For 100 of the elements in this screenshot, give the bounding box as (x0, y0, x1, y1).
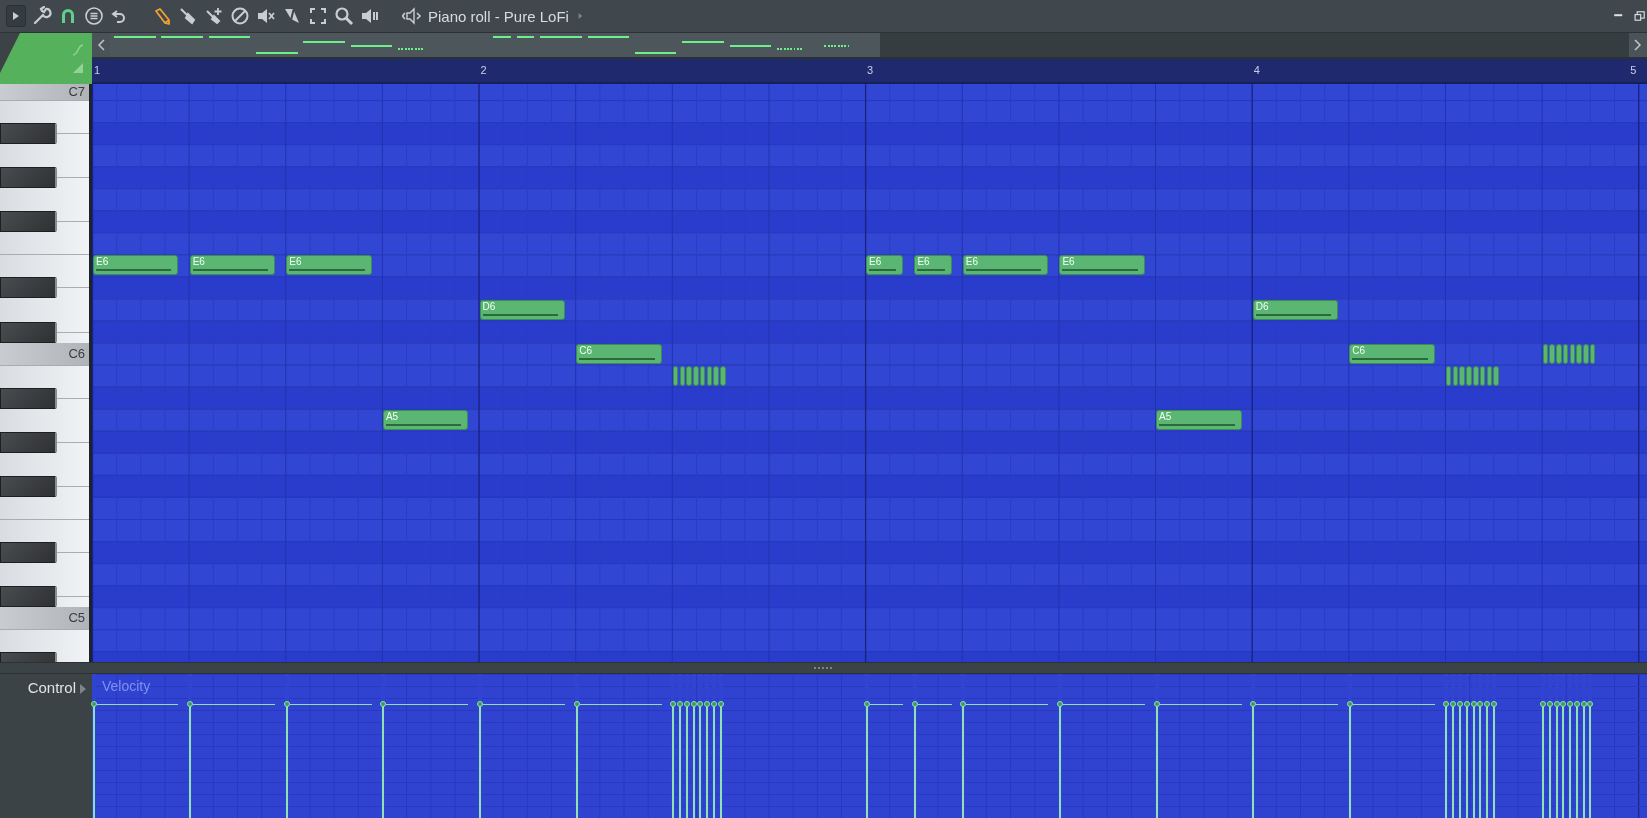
sharp-key[interactable] (0, 475, 57, 497)
note-block[interactable] (693, 365, 699, 386)
velocity-stem[interactable] (672, 704, 675, 818)
speaker-arrows-icon[interactable] (402, 6, 422, 26)
note-block[interactable] (1542, 343, 1549, 364)
note-block[interactable]: E6 (189, 255, 276, 276)
velocity-stem[interactable] (1486, 704, 1489, 818)
velocity-stem[interactable] (1472, 704, 1475, 818)
velocity-stem[interactable] (1575, 704, 1578, 818)
velocity-handle[interactable] (1346, 701, 1353, 708)
velocity-stem[interactable] (189, 704, 192, 818)
velocity-stem[interactable] (1582, 704, 1585, 818)
velocity-handle[interactable] (911, 701, 918, 708)
velocity-stem[interactable] (1452, 704, 1455, 818)
note-block[interactable]: E6 (1059, 255, 1145, 276)
velocity-stem[interactable] (865, 704, 868, 818)
zoom-icon[interactable] (334, 6, 354, 26)
velocity-stem[interactable] (679, 704, 682, 818)
velocity-handle[interactable] (573, 701, 580, 708)
chevron-left-icon[interactable] (97, 39, 105, 51)
velocity-stem[interactable] (1548, 704, 1551, 818)
velocity-handle[interactable] (960, 701, 967, 708)
velocity-handle[interactable] (1056, 701, 1063, 708)
note-block[interactable] (1583, 343, 1589, 364)
overview-strip[interactable] (110, 33, 880, 57)
note-block[interactable] (672, 365, 679, 386)
note-block[interactable]: C6 (1349, 343, 1435, 364)
velocity-stem[interactable] (1542, 704, 1545, 818)
velocity-stem[interactable] (382, 704, 385, 818)
velocity-stem[interactable] (1445, 704, 1448, 818)
velocity-handle[interactable] (863, 701, 870, 708)
velocity-handle[interactable] (90, 701, 97, 708)
note-block[interactable]: E6 (93, 255, 179, 276)
velocity-stem[interactable] (479, 704, 482, 818)
note-block[interactable] (1486, 365, 1493, 386)
velocity-stem[interactable] (1555, 704, 1558, 818)
sharp-key[interactable] (0, 431, 57, 453)
velocity-stem[interactable] (1155, 704, 1158, 818)
velocity-stem[interactable] (1479, 704, 1482, 818)
velocity-stem[interactable] (719, 704, 722, 818)
sharp-key[interactable] (0, 211, 57, 233)
velocity-stem[interactable] (913, 704, 916, 818)
velocity-stem[interactable] (712, 704, 715, 818)
velocity-stem[interactable] (1348, 704, 1351, 818)
note-block[interactable] (720, 365, 726, 386)
note-block[interactable]: C6 (576, 343, 662, 364)
slice-icon[interactable] (282, 6, 302, 26)
note-block[interactable] (1569, 343, 1576, 364)
velocity-handle[interactable] (187, 701, 194, 708)
velocity-stem[interactable] (1562, 704, 1565, 818)
sharp-key[interactable] (0, 586, 57, 608)
velocity-handle[interactable] (380, 701, 387, 708)
note-block[interactable] (713, 365, 719, 386)
note-block[interactable] (679, 365, 686, 386)
note-block[interactable]: E6 (914, 255, 952, 276)
note-block[interactable] (686, 365, 692, 386)
piano-keyboard[interactable]: C7 C6 C5 (0, 84, 92, 662)
velocity-stem[interactable] (1058, 704, 1061, 818)
menu-arrow-button[interactable] (6, 5, 26, 27)
velocity-stem[interactable] (685, 704, 688, 818)
note-block[interactable] (1556, 343, 1562, 364)
note-block[interactable] (1452, 365, 1459, 386)
note-block[interactable] (1466, 365, 1472, 386)
velocity-stem[interactable] (699, 704, 702, 818)
sharp-key[interactable] (0, 123, 57, 145)
brush-icon[interactable] (178, 6, 198, 26)
velocity-stem[interactable] (285, 704, 288, 818)
velocity-stem[interactable] (575, 704, 578, 818)
scroll-left-button[interactable] (92, 33, 110, 57)
velocity-stem[interactable] (92, 704, 95, 818)
velocity-stem[interactable] (962, 704, 965, 818)
note-block[interactable] (1493, 365, 1499, 386)
pencil-icon[interactable] (152, 6, 172, 26)
no-entry-icon[interactable] (230, 6, 250, 26)
chevron-right-icon[interactable] (1634, 39, 1642, 51)
scroll-right-button[interactable] (1629, 33, 1647, 57)
caret-icon[interactable] (12, 11, 20, 21)
brush-plus-icon[interactable] (204, 6, 224, 26)
note-block[interactable] (1549, 343, 1555, 364)
note-block[interactable] (1562, 343, 1569, 364)
speaker-icon[interactable] (360, 6, 380, 26)
velocity-handle[interactable] (1250, 701, 1257, 708)
note-block[interactable] (706, 365, 713, 386)
sharp-key[interactable] (0, 542, 57, 564)
velocity-stem[interactable] (1252, 704, 1255, 818)
wrench-icon[interactable] (32, 6, 52, 26)
mute-icon[interactable] (256, 6, 276, 26)
velocity-stem[interactable] (692, 704, 695, 818)
velocity-handle[interactable] (1153, 701, 1160, 708)
control-label[interactable]: Control (27, 679, 76, 696)
sharp-key[interactable] (0, 167, 57, 189)
velocity-stem[interactable] (1589, 704, 1592, 818)
sharp-key[interactable] (0, 321, 57, 343)
velocity-stem[interactable] (1492, 704, 1495, 818)
note-block[interactable]: E6 (962, 255, 1049, 276)
note-block[interactable] (1479, 365, 1486, 386)
note-block[interactable] (1576, 343, 1582, 364)
timeline-ruler[interactable]: 1 2 3 4 5 (92, 59, 1647, 84)
note-block[interactable]: A5 (1156, 409, 1242, 430)
velocity-stem[interactable] (706, 704, 709, 818)
